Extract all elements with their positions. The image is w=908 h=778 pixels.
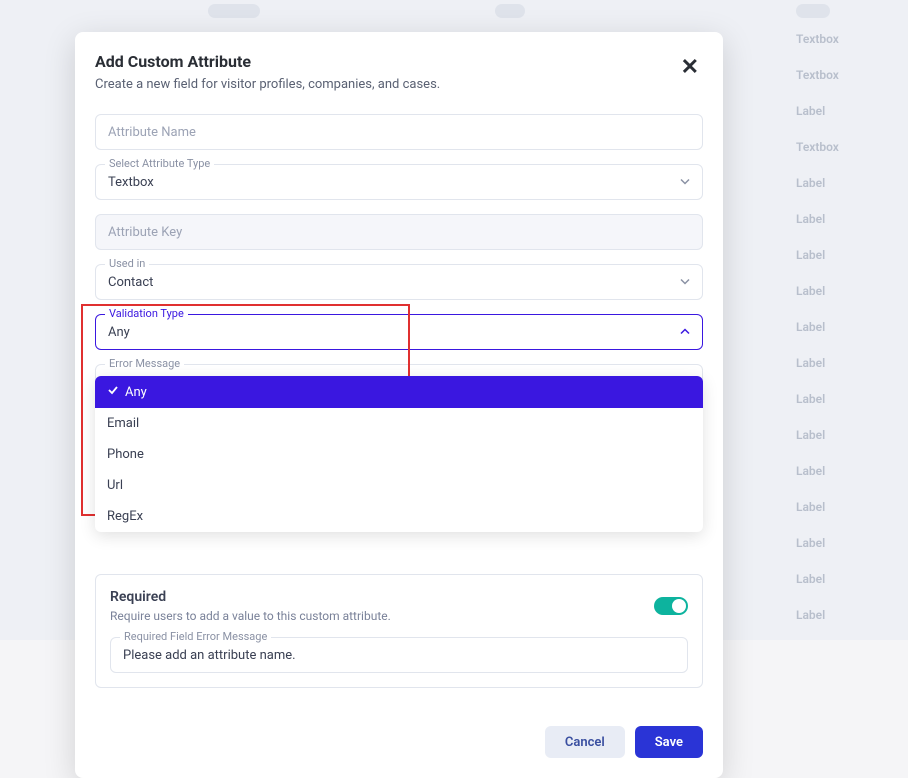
required-error-field: Required Field Error Message (110, 637, 688, 673)
modal-footer: Cancel Save (95, 726, 703, 758)
bg-pill (208, 4, 260, 18)
bg-label: Label (796, 104, 825, 118)
bg-pill (495, 4, 525, 18)
bg-label: Textbox (796, 32, 839, 46)
bg-label: Label (796, 392, 825, 406)
bg-label: Label (796, 320, 825, 334)
required-title: Required (110, 589, 391, 605)
form-grid: Select Attribute Type Used in Validation… (95, 114, 703, 688)
modal-header: Add Custom Attribute Create a new field … (95, 52, 703, 92)
dropdown-option-label: Any (125, 385, 147, 400)
bg-label: Label (796, 212, 825, 226)
check-icon (107, 384, 125, 400)
bg-label: Label (796, 248, 825, 262)
dropdown-option-phone[interactable]: Phone (95, 439, 703, 470)
bg-label: Textbox (796, 140, 839, 154)
bg-pill (796, 4, 830, 18)
modal-title: Add Custom Attribute (95, 52, 440, 71)
attribute-type-label: Select Attribute Type (105, 157, 214, 170)
bg-label: Label (796, 176, 825, 190)
dropdown-option-any[interactable]: Any (95, 376, 703, 408)
attribute-name-input[interactable] (95, 114, 703, 150)
attribute-key-field (95, 214, 703, 250)
attribute-key-input[interactable] (95, 214, 703, 250)
used-in-field: Used in (95, 264, 703, 300)
bg-label: Label (796, 572, 825, 586)
bg-label: Label (796, 536, 825, 550)
required-error-label: Required Field Error Message (120, 630, 271, 643)
attribute-name-field (95, 114, 703, 150)
required-header: Required Require users to add a value to… (110, 589, 688, 623)
error-message-label: Error Message (105, 357, 184, 370)
bg-label: Label (796, 356, 825, 370)
required-description: Require users to add a value to this cus… (110, 609, 391, 623)
validation-type-label: Validation Type (105, 307, 188, 320)
used-in-select[interactable] (95, 264, 703, 300)
required-toggle[interactable] (654, 597, 688, 615)
bg-label: Label (796, 464, 825, 478)
dropdown-option-url[interactable]: Url (95, 470, 703, 501)
required-section: Required Require users to add a value to… (95, 574, 703, 688)
dropdown-option-label: RegEx (107, 509, 143, 524)
dropdown-option-label: Phone (107, 447, 144, 462)
toggle-knob (672, 599, 686, 613)
close-icon: ✕ (681, 54, 699, 79)
bg-label: Label (796, 608, 825, 622)
bg-label: Textbox (796, 68, 839, 82)
close-button[interactable]: ✕ (677, 52, 703, 82)
bg-label: Label (796, 428, 825, 442)
bg-label: Label (796, 500, 825, 514)
modal-subtitle: Create a new field for visitor profiles,… (95, 77, 440, 92)
dropdown-option-label: Email (107, 416, 139, 431)
cancel-button[interactable]: Cancel (545, 726, 625, 758)
dropdown-option-email[interactable]: Email (95, 408, 703, 439)
used-in-label: Used in (105, 257, 149, 270)
dropdown-option-label: Url (107, 478, 123, 493)
attribute-type-field: Select Attribute Type (95, 164, 703, 200)
save-button[interactable]: Save (635, 726, 703, 758)
validation-type-field: Validation Type Any Email (95, 314, 703, 350)
dropdown-option-regex[interactable]: RegEx (95, 501, 703, 532)
add-attribute-modal: Add Custom Attribute Create a new field … (75, 32, 723, 778)
validation-type-dropdown: Any Email Phone Url RegEx (95, 376, 703, 532)
bg-label: Label (796, 284, 825, 298)
